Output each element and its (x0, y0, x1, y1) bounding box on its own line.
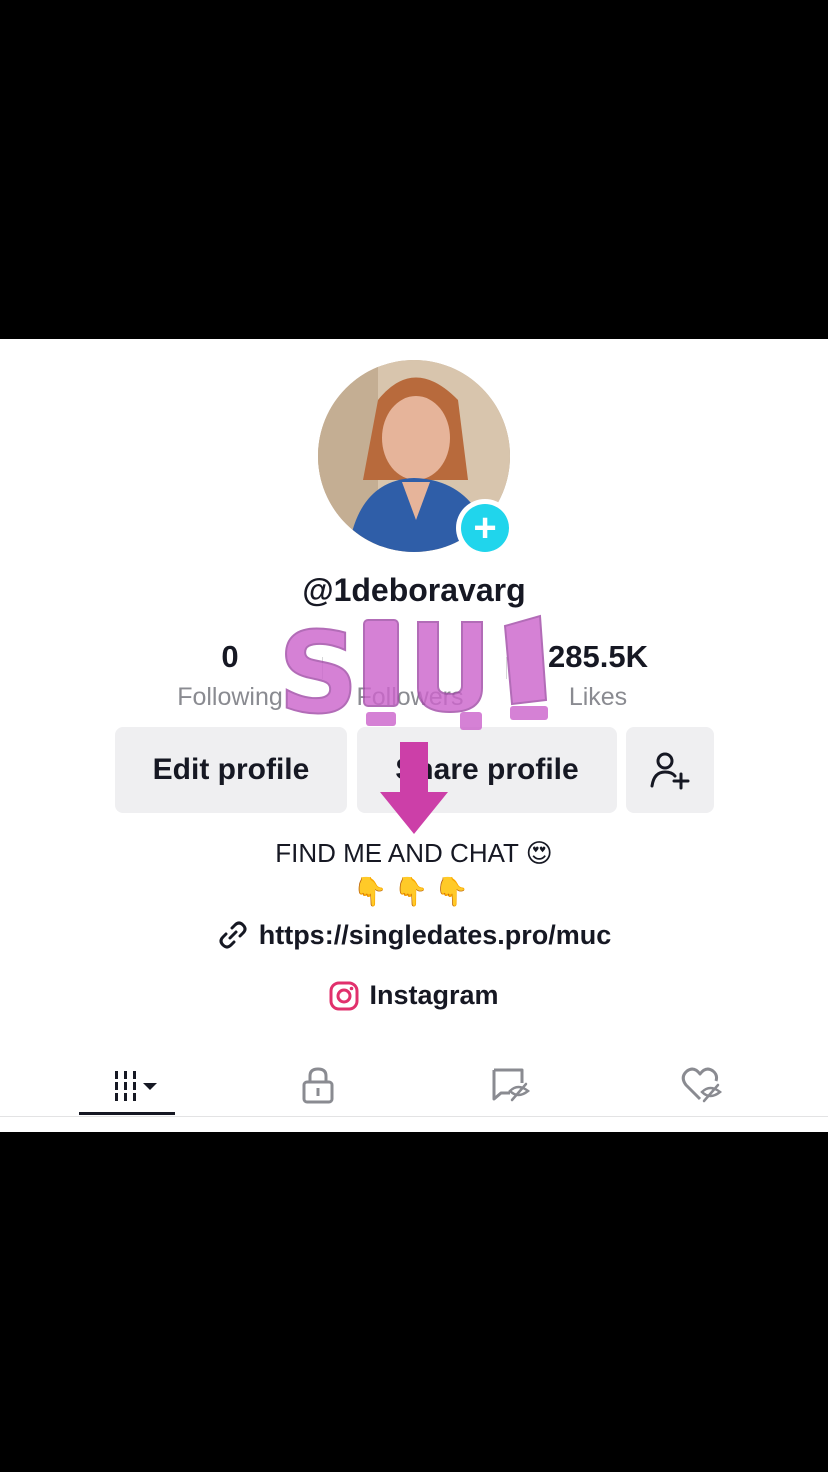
following-count: 0 (221, 639, 239, 674)
link-icon (219, 921, 247, 949)
tab-liked[interactable] (654, 1054, 750, 1116)
share-profile-button[interactable]: Share profile (357, 727, 617, 813)
add-friend-button[interactable] (626, 727, 714, 813)
bio-link[interactable]: https://singledates.pro/muc (0, 919, 828, 951)
stat-likes[interactable]: 285.5K Likes (518, 639, 678, 712)
likes-count: 285.5K (548, 639, 648, 674)
hidden-heart-icon (681, 1067, 723, 1103)
add-user-icon (650, 752, 690, 790)
follow-add-badge[interactable]: + (456, 499, 514, 557)
tab-active-indicator (79, 1112, 175, 1115)
username: @1deboravarg (302, 572, 526, 608)
plus-icon: + (461, 504, 509, 552)
following-label: Following (177, 683, 283, 711)
stat-divider (506, 657, 507, 679)
stat-divider (322, 657, 323, 679)
profile-panel: + @1deboravarg 0 Following Followers 285… (0, 339, 828, 1132)
instagram-icon (329, 981, 359, 1010)
grid-icon (115, 1071, 157, 1101)
instagram-label: Instagram (369, 980, 499, 1010)
edit-profile-button[interactable]: Edit profile (115, 727, 347, 813)
lock-icon (302, 1067, 334, 1104)
hidden-repost-icon (492, 1068, 531, 1102)
bio-line-1: FIND ME AND CHAT 😍 (275, 838, 553, 868)
tab-videos[interactable] (79, 1054, 175, 1116)
stat-followers[interactable]: Followers (330, 639, 490, 712)
bio: FIND ME AND CHAT 😍 👇👇👇 (0, 838, 828, 908)
likes-label: Likes (568, 683, 628, 711)
profile-tabs (0, 1054, 828, 1117)
stat-following[interactable]: 0 Following (150, 639, 310, 712)
bio-line-2: 👇👇👇 (352, 876, 476, 907)
followers-count (330, 639, 490, 675)
tab-reposts[interactable] (462, 1054, 558, 1116)
followers-label: Followers (356, 683, 464, 711)
tab-private[interactable] (270, 1054, 366, 1116)
instagram-link[interactable]: Instagram (0, 980, 828, 1011)
bio-link-text: https://singledates.pro/muc (258, 919, 612, 950)
